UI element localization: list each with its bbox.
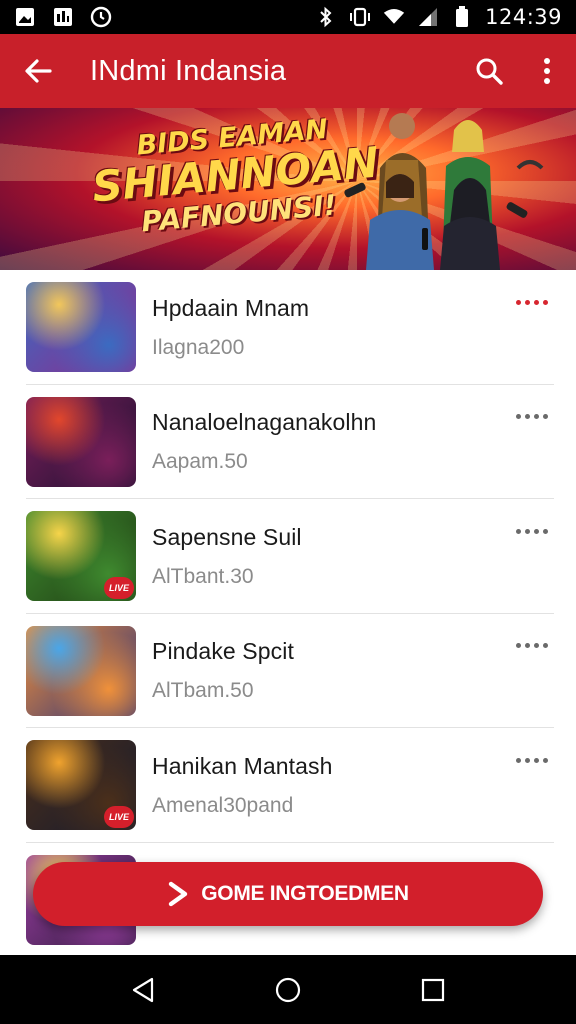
nav-back-button[interactable] xyxy=(113,960,173,1020)
game-title: Sapensne Suil xyxy=(152,523,302,550)
signal-icon xyxy=(417,7,439,27)
more-horiz-icon xyxy=(516,528,548,534)
item-more-button[interactable] xyxy=(502,616,562,676)
back-arrow-icon xyxy=(25,59,52,83)
wifi-icon xyxy=(383,7,405,27)
arrow-right-icon xyxy=(169,881,188,907)
page-title: INdmi Indansia xyxy=(90,54,287,87)
nav-recents-icon xyxy=(422,978,445,1001)
app-bar: INdmi Indansia xyxy=(0,34,576,108)
back-button[interactable] xyxy=(8,34,68,108)
live-badge: LIVE xyxy=(104,806,134,829)
game-subtitle: Ilagna200 xyxy=(152,335,245,359)
list-item[interactable]: Nanaloelnaganakolhn Aapam.50 xyxy=(0,385,576,500)
game-thumbnail xyxy=(26,282,136,373)
item-more-button[interactable] xyxy=(502,501,562,561)
game-title: Hanikan Mantash xyxy=(152,752,333,779)
game-thumbnail: LIVE xyxy=(26,740,136,831)
game-thumbnail xyxy=(26,396,136,487)
search-icon xyxy=(476,58,503,85)
photo-icon xyxy=(52,7,74,27)
clock-icon xyxy=(90,6,112,28)
system-nav-bar xyxy=(0,955,576,1024)
more-options-button[interactable] xyxy=(518,34,576,108)
more-horiz-icon xyxy=(516,757,548,763)
item-more-button[interactable] xyxy=(502,387,562,447)
game-subtitle: AlΤbant.30 xyxy=(152,564,254,588)
vibrate-icon xyxy=(349,7,371,27)
nav-home-icon xyxy=(275,977,301,1002)
status-time: 124:39 xyxy=(485,5,562,29)
image-icon xyxy=(14,7,36,27)
more-horiz-icon xyxy=(516,643,548,649)
battery-icon xyxy=(451,6,473,27)
promo-banner[interactable]: BIDS EAMAN SHIANNOAN PAFNOUNSI! xyxy=(0,108,576,270)
item-more-button[interactable] xyxy=(502,272,562,332)
game-thumbnail xyxy=(26,625,136,716)
list-item[interactable]: LIVE Sapensne Suil AlΤbant.30 xyxy=(0,499,576,614)
game-thumbnail: LIVE xyxy=(26,511,136,602)
nav-recents-button[interactable] xyxy=(403,960,463,1020)
list-item[interactable]: LIVE Hanikan Mantash Amenal30pand xyxy=(0,728,576,843)
more-vert-icon xyxy=(544,58,550,84)
item-more-button[interactable] xyxy=(502,730,562,790)
bluetooth-icon xyxy=(315,6,337,28)
game-subtitle: AlΤbam.50 xyxy=(152,679,254,703)
banner-characters-image xyxy=(344,113,544,270)
status-bar: 124:39 xyxy=(0,0,576,34)
game-subtitle: Aapam.50 xyxy=(152,450,248,474)
live-badge: LIVE xyxy=(104,577,134,600)
game-title: Nanaloelnaganakolhn xyxy=(152,409,377,436)
game-list: Hpdaain Mnam Ilagna200 Nanaloelnaganakol… xyxy=(0,270,576,957)
play-now-label: GOME INGTOEDMEN xyxy=(201,882,409,905)
more-horiz-icon xyxy=(516,414,548,420)
list-item[interactable]: Pindake Spcit AlΤbam.50 xyxy=(0,614,576,729)
more-horiz-icon xyxy=(516,299,548,305)
nav-back-icon xyxy=(132,977,153,1002)
game-title: Pindake Spcit xyxy=(152,638,294,665)
list-item[interactable]: Hpdaain Mnam Ilagna200 xyxy=(0,270,576,385)
game-subtitle: Amenal30pand xyxy=(152,793,294,817)
nav-home-button[interactable] xyxy=(258,960,318,1020)
search-button[interactable] xyxy=(460,34,518,108)
play-now-button[interactable]: GOME INGTOEDMEN xyxy=(33,862,543,926)
game-title: Hpdaain Mnam xyxy=(152,294,310,321)
